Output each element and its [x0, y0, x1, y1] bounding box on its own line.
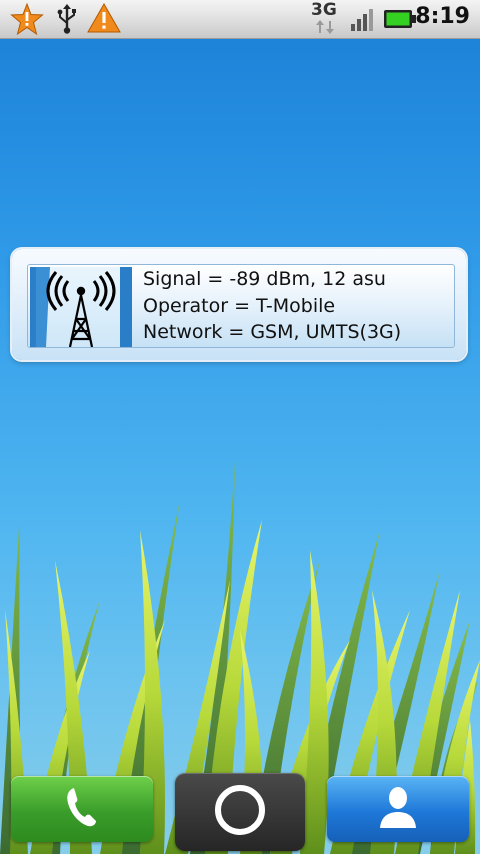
status-bar[interactable]: 3G 8:19: [0, 0, 480, 39]
network-type-label: 3G: [311, 0, 337, 20]
signal-bars-icon: [350, 6, 376, 36]
warning-icon: [87, 2, 121, 37]
contact-person-icon: [378, 785, 418, 833]
usb-icon: [55, 3, 79, 39]
widget-panel: Signal = -89 dBm, 12 asu Operator = T-Mo…: [27, 264, 455, 348]
operator-line: Operator = T-Mobile: [143, 294, 336, 317]
signal-info-widget[interactable]: Signal = -89 dBm, 12 asu Operator = T-Mo…: [12, 249, 466, 360]
data-activity-icon: [314, 19, 336, 39]
network-line: Network = GSM, UMTS(3G): [143, 321, 402, 343]
phone-icon: [65, 786, 99, 832]
clock: 8:19: [415, 4, 470, 29]
contacts-dock-button[interactable]: [327, 776, 469, 842]
phone-dock-button[interactable]: [11, 776, 153, 842]
launcher-circle-icon: [212, 782, 268, 842]
home-launcher-button[interactable]: [175, 773, 305, 851]
signal-line: Signal = -89 dBm, 12 asu: [143, 268, 386, 290]
battery-icon: [383, 9, 417, 33]
cell-tower-icon: [30, 267, 132, 348]
starred-notification-icon: [10, 2, 44, 39]
widget-text: Signal = -89 dBm, 12 asu Operator = T-Mo…: [143, 266, 401, 346]
